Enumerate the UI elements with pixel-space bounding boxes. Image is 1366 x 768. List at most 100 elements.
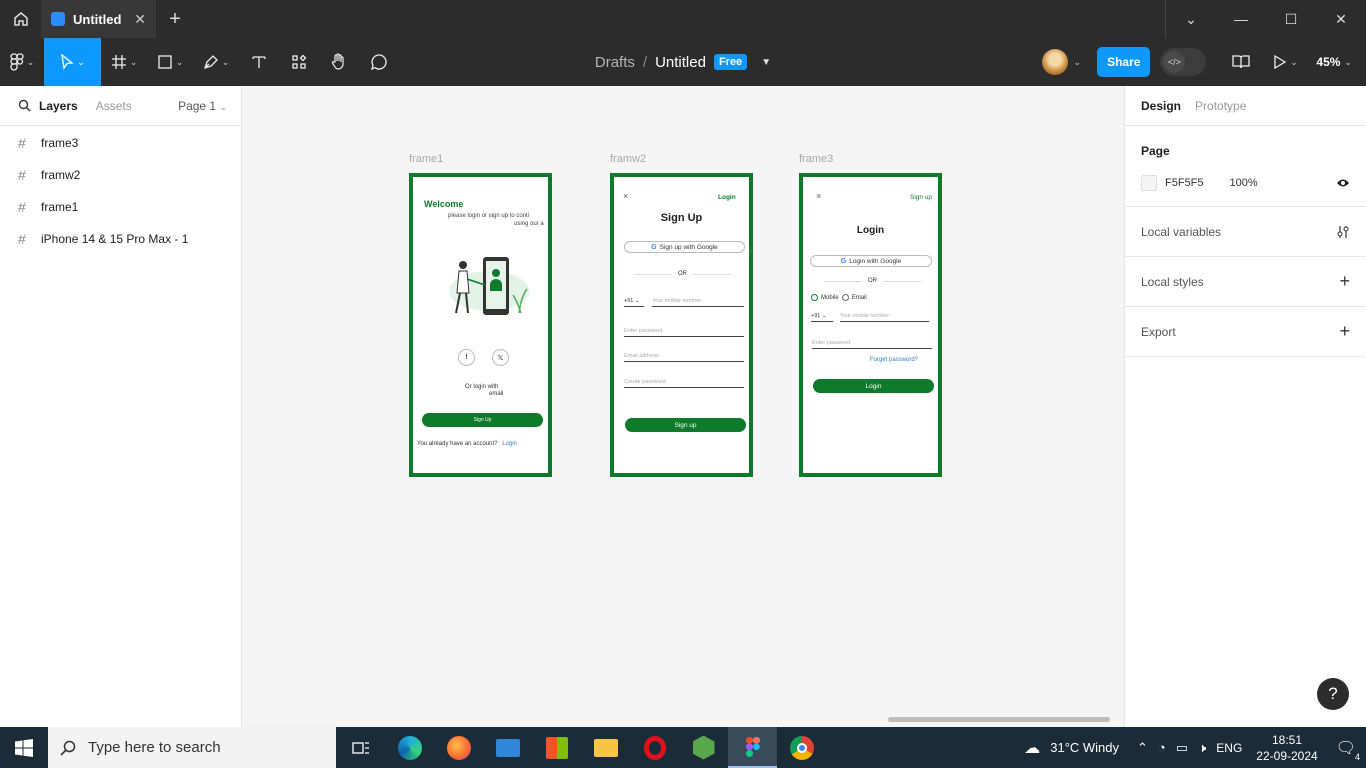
x-icon[interactable]: 𝕏 — [492, 349, 509, 366]
library-button[interactable] — [1220, 38, 1262, 86]
create-password-input[interactable]: Create password — [624, 379, 744, 388]
page-color-value[interactable]: F5F5F5 — [1165, 177, 1204, 189]
email-input[interactable]: Email address — [624, 353, 744, 362]
footer-login-link[interactable]: Login — [502, 441, 517, 447]
facebook-icon[interactable]: f — [458, 349, 475, 366]
forgot-password-link[interactable]: Forget password? — [870, 357, 918, 363]
comment-tool[interactable] — [359, 38, 399, 86]
file-name[interactable]: Untitled — [655, 54, 706, 71]
move-tool[interactable]: ⌄ — [44, 38, 101, 86]
breadcrumb-drafts[interactable]: Drafts — [595, 54, 635, 71]
frame1[interactable]: Welcome please login or sign up to conti… — [409, 173, 552, 477]
google-login-button[interactable]: G Login with Google — [810, 255, 932, 267]
chevron-down-icon[interactable]: ▼ — [761, 57, 771, 68]
battery-icon[interactable]: ▭ — [1176, 740, 1188, 756]
share-button[interactable]: Share — [1097, 47, 1151, 77]
zoom-menu[interactable]: 45% ⌄ — [1316, 55, 1352, 69]
sliders-icon[interactable] — [1336, 225, 1350, 239]
page-selector[interactable]: Page 1 ⌄ — [178, 99, 227, 113]
radio-mobile[interactable] — [811, 294, 818, 301]
resources-tool[interactable] — [279, 38, 319, 86]
add-icon[interactable]: + — [1339, 321, 1350, 342]
close-icon[interactable]: × — [816, 191, 821, 201]
tab-assets[interactable]: Assets — [96, 99, 132, 113]
edge-app[interactable] — [385, 727, 434, 768]
close-tab-icon[interactable]: ✕ — [134, 11, 146, 28]
local-styles-section[interactable]: Local styles + — [1125, 257, 1366, 307]
eye-icon[interactable] — [1336, 178, 1350, 188]
present-button[interactable]: ⌄ — [1262, 38, 1308, 86]
network-icon[interactable]: ◔ — [1158, 740, 1166, 755]
plan-badge[interactable]: Free — [713, 54, 748, 70]
file-explorer-app[interactable] — [581, 727, 630, 768]
clock[interactable]: 18:51 22-09-2024 — [1256, 732, 1317, 764]
signup-button[interactable]: Sign Up — [422, 413, 543, 427]
country-code-select[interactable]: +91 ⌄ — [811, 313, 833, 322]
search-icon[interactable] — [18, 99, 31, 112]
language-indicator[interactable]: ENG — [1216, 741, 1242, 755]
user-menu[interactable]: ⌄ — [1041, 49, 1081, 75]
google-signup-button[interactable]: G Sign up with Google — [624, 241, 745, 253]
mobile-input[interactable]: Your mobile number — [652, 298, 744, 307]
tab-layers[interactable]: Layers — [39, 99, 78, 113]
mail-app[interactable] — [483, 727, 532, 768]
mobile-input[interactable]: Your mobile number — [840, 313, 929, 322]
add-icon[interactable]: + — [1339, 271, 1350, 292]
firefox-app[interactable] — [434, 727, 483, 768]
dev-mode-toggle[interactable]: </> — [1160, 48, 1207, 76]
start-button[interactable] — [0, 727, 48, 768]
canvas[interactable]: frame1 Welcome please login or sign up t… — [242, 86, 1124, 727]
chevron-down-icon[interactable]: ⌄ — [1166, 0, 1216, 38]
chevron-up-icon[interactable]: ⌃ — [1137, 740, 1148, 756]
new-tab-button[interactable]: + — [156, 0, 194, 38]
home-button[interactable] — [0, 0, 41, 38]
radio-email[interactable] — [841, 294, 849, 301]
tab-design[interactable]: Design — [1141, 99, 1181, 113]
minimize-button[interactable]: — — [1216, 0, 1266, 38]
task-view-button[interactable] — [336, 727, 385, 768]
export-section[interactable]: Export + — [1125, 307, 1366, 357]
main-menu-button[interactable]: ⌄ — [0, 38, 44, 86]
store-app[interactable] — [532, 727, 581, 768]
frame-label[interactable]: frame1 — [409, 153, 443, 165]
layer-item[interactable]: # frame3 — [0, 127, 241, 159]
framw2[interactable]: × Login Sign Up G Sign up with Google OR … — [610, 173, 753, 477]
login-submit-button[interactable]: Login — [813, 379, 934, 393]
hand-tool[interactable] — [319, 38, 359, 86]
help-button[interactable]: ? — [1317, 678, 1349, 710]
figma-app[interactable] — [728, 727, 777, 768]
signup-link[interactable]: Sign up — [910, 194, 932, 201]
layer-item[interactable]: # iPhone 14 & 15 Pro Max - 1 — [0, 223, 241, 255]
chrome-app[interactable] — [777, 727, 826, 768]
nodejs-app[interactable] — [679, 727, 728, 768]
notification-center[interactable]: 🗨 4 — [1336, 738, 1360, 762]
signup-submit-button[interactable]: Sign up — [625, 418, 746, 432]
horizontal-scrollbar[interactable] — [888, 717, 1110, 722]
page-opacity-value[interactable]: 100% — [1230, 177, 1258, 189]
layer-item[interactable]: # framw2 — [0, 159, 241, 191]
country-code-select[interactable]: +91 ⌄ — [624, 298, 644, 307]
frame-label[interactable]: framw2 — [610, 153, 646, 165]
color-swatch[interactable] — [1141, 175, 1157, 191]
weather-icon[interactable]: ☁ — [1024, 738, 1040, 758]
close-window-button[interactable]: ✕ — [1316, 0, 1366, 38]
maximize-button[interactable]: ☐ — [1266, 0, 1316, 38]
opera-app[interactable] — [630, 727, 679, 768]
text-tool[interactable] — [239, 38, 279, 86]
tab-prototype[interactable]: Prototype — [1195, 99, 1246, 113]
frame-tool[interactable]: ⌄ — [101, 38, 147, 86]
password-input[interactable]: Enter password — [812, 340, 932, 349]
local-variables-section[interactable]: Local variables — [1125, 207, 1366, 257]
login-link[interactable]: Login — [718, 194, 736, 201]
frame3[interactable]: × Sign up Login G Login with Google OR Mo… — [799, 173, 942, 477]
weather-text[interactable]: 31°C Windy — [1050, 740, 1119, 755]
volume-icon[interactable]: 🕨 — [1198, 740, 1206, 756]
taskbar-search[interactable]: Type here to search — [48, 727, 336, 768]
close-icon[interactable]: × — [623, 191, 628, 201]
password-input[interactable]: Enter password — [624, 328, 744, 337]
pen-tool[interactable]: ⌄ — [193, 38, 239, 86]
frame-label[interactable]: frame3 — [799, 153, 833, 165]
file-tab[interactable]: Untitled ✕ — [41, 0, 156, 38]
shape-tool[interactable]: ⌄ — [147, 38, 193, 86]
layer-item[interactable]: # frame1 — [0, 191, 241, 223]
